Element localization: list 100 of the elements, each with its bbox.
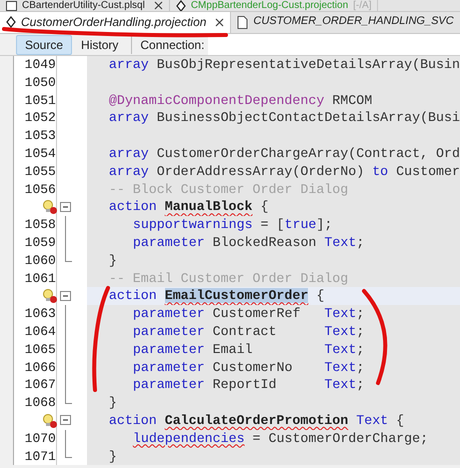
code-text: BusinessObjectContactDetailsArray(Busi (156, 110, 460, 126)
code-annotation: @DynamicComponentDependency (108, 92, 324, 108)
line-number: 1059 (24, 234, 56, 250)
line-number: 1056 (24, 182, 56, 197)
code-text: ; (356, 377, 364, 392)
line-number: 1053 (24, 128, 56, 144)
line-number: 1060 (24, 252, 56, 268)
code-text: = [ (260, 217, 284, 232)
code-keyword: Text (324, 360, 356, 375)
line-number: 1058 (24, 217, 56, 232)
line-number: 1052 (24, 110, 56, 126)
lightbulb-error-icon[interactable] (42, 412, 58, 429)
code-text: CustomerOrderChargeArray(Contract, Ord (156, 146, 460, 161)
code-keyword: parameter (132, 234, 205, 250)
collapse-icon[interactable] (60, 202, 72, 213)
line-number: 1051 (24, 92, 56, 108)
lightbulb-error-icon[interactable] (42, 288, 58, 304)
code-keyword: parameter (132, 306, 205, 322)
code-text: ]; (316, 217, 332, 232)
code-keyword: action (108, 199, 158, 214)
line-number: 1054 (24, 146, 56, 161)
code-text: RMCOM (331, 92, 372, 108)
code-text: ; (356, 234, 364, 250)
code-text: OrderAddressArray(OrderNo) (156, 164, 366, 179)
code-text: } (108, 448, 117, 464)
editor-tab[interactable]: CustomerOrderHandling.projection (0, 12, 232, 33)
connection-field[interactable] (208, 34, 460, 55)
code-text: Customer (395, 164, 460, 179)
code-keyword: true (284, 217, 316, 232)
code-keyword: parameter (132, 377, 205, 392)
document-icon (6, 0, 17, 10)
code-keyword: action (108, 288, 158, 304)
code-text: BlockedReason (212, 234, 318, 250)
code-keyword: Text (324, 234, 356, 250)
diamond-icon (6, 16, 16, 28)
code-text: } (108, 395, 117, 410)
close-icon[interactable] (215, 18, 224, 27)
code-text: { (315, 288, 324, 304)
code-comment: -- Email Customer Order Dialog (108, 270, 348, 286)
code-keyword: Text (355, 412, 388, 428)
code-keyword: Text (324, 306, 356, 322)
code-keyword: parameter (132, 342, 205, 357)
code-identifier: CalculateOrderPromotion (164, 412, 348, 428)
code-keyword: Text (324, 377, 356, 392)
code-text: ; (356, 360, 364, 375)
code-text: ; (356, 342, 364, 357)
line-number: 1070 (24, 430, 56, 446)
code-keyword: supportwarnings (132, 217, 253, 232)
line-number: 1063 (24, 306, 56, 322)
line-number: 1049 (24, 57, 56, 72)
line-number: 1055 (24, 164, 56, 179)
code-keyword: array (108, 110, 149, 126)
code-comment: -- Block Customer Order Dialog (108, 182, 348, 197)
line-number: 1067 (24, 377, 56, 392)
line-number: 1050 (24, 74, 56, 90)
connection-label: Connection: (139, 38, 206, 52)
code-text: CustomerRef (212, 306, 302, 322)
code-text: CustomerNo (212, 360, 294, 375)
editor-tab[interactable]: CBartenderUtility-Cust.plsql (0, 0, 170, 11)
code-keyword: array (108, 57, 149, 72)
line-number: 1071 (24, 448, 56, 464)
code-text: = CustomerOrderCharge; (252, 430, 428, 446)
tab-label: CBartenderUtility-Cust.plsql (22, 0, 145, 11)
diamond-icon (176, 0, 186, 11)
code-text: } (108, 252, 117, 268)
code-keyword: array (108, 146, 149, 161)
line-number: 1068 (24, 395, 56, 410)
code-text: ReportId (212, 377, 278, 392)
code-keyword: Text (324, 342, 356, 357)
code-text: Email (212, 342, 254, 357)
view-toggle[interactable]: History (72, 34, 128, 54)
close-icon[interactable] (154, 1, 163, 10)
code-identifier: EmailCustomerOrder (164, 288, 308, 304)
view-toggle[interactable]: Source (16, 34, 72, 54)
code-text: ; (356, 306, 364, 322)
collapse-icon[interactable] (60, 415, 72, 426)
file-icon (237, 16, 248, 29)
line-number: 1065 (24, 342, 56, 357)
code-text: BusObjRepresentativeDetailsArray(Busin (156, 57, 460, 72)
code-keyword: Text (324, 324, 356, 339)
code-text: Contract (212, 324, 278, 339)
tab-label: CUSTOMER_ORDER_HANDLING_SVC (253, 15, 454, 27)
tab-label: CMppBartenderLog-Cust.projection (190, 0, 348, 11)
tab-status: [-/A] (353, 0, 372, 11)
code-text: { (259, 199, 268, 214)
collapse-icon[interactable] (60, 290, 72, 302)
line-number: 1064 (24, 324, 56, 339)
tab-label: CustomerOrderHandling.projection (21, 15, 206, 29)
code-text: { (395, 412, 404, 428)
code-keyword: ludependencies (132, 430, 245, 446)
line-number: 1066 (24, 360, 56, 375)
code-text: ; (356, 324, 364, 339)
editor-tab[interactable]: CUSTOMER_ORDER_HANDLING_SVC (231, 12, 460, 33)
code-keyword: parameter (132, 324, 205, 339)
line-number: 1061 (24, 270, 56, 286)
code-keyword: parameter (132, 360, 205, 375)
lightbulb-error-icon[interactable] (42, 199, 58, 216)
code-identifier: ManualBlock (164, 199, 252, 214)
code-keyword: to (372, 164, 388, 179)
code-keyword: array (108, 164, 149, 179)
